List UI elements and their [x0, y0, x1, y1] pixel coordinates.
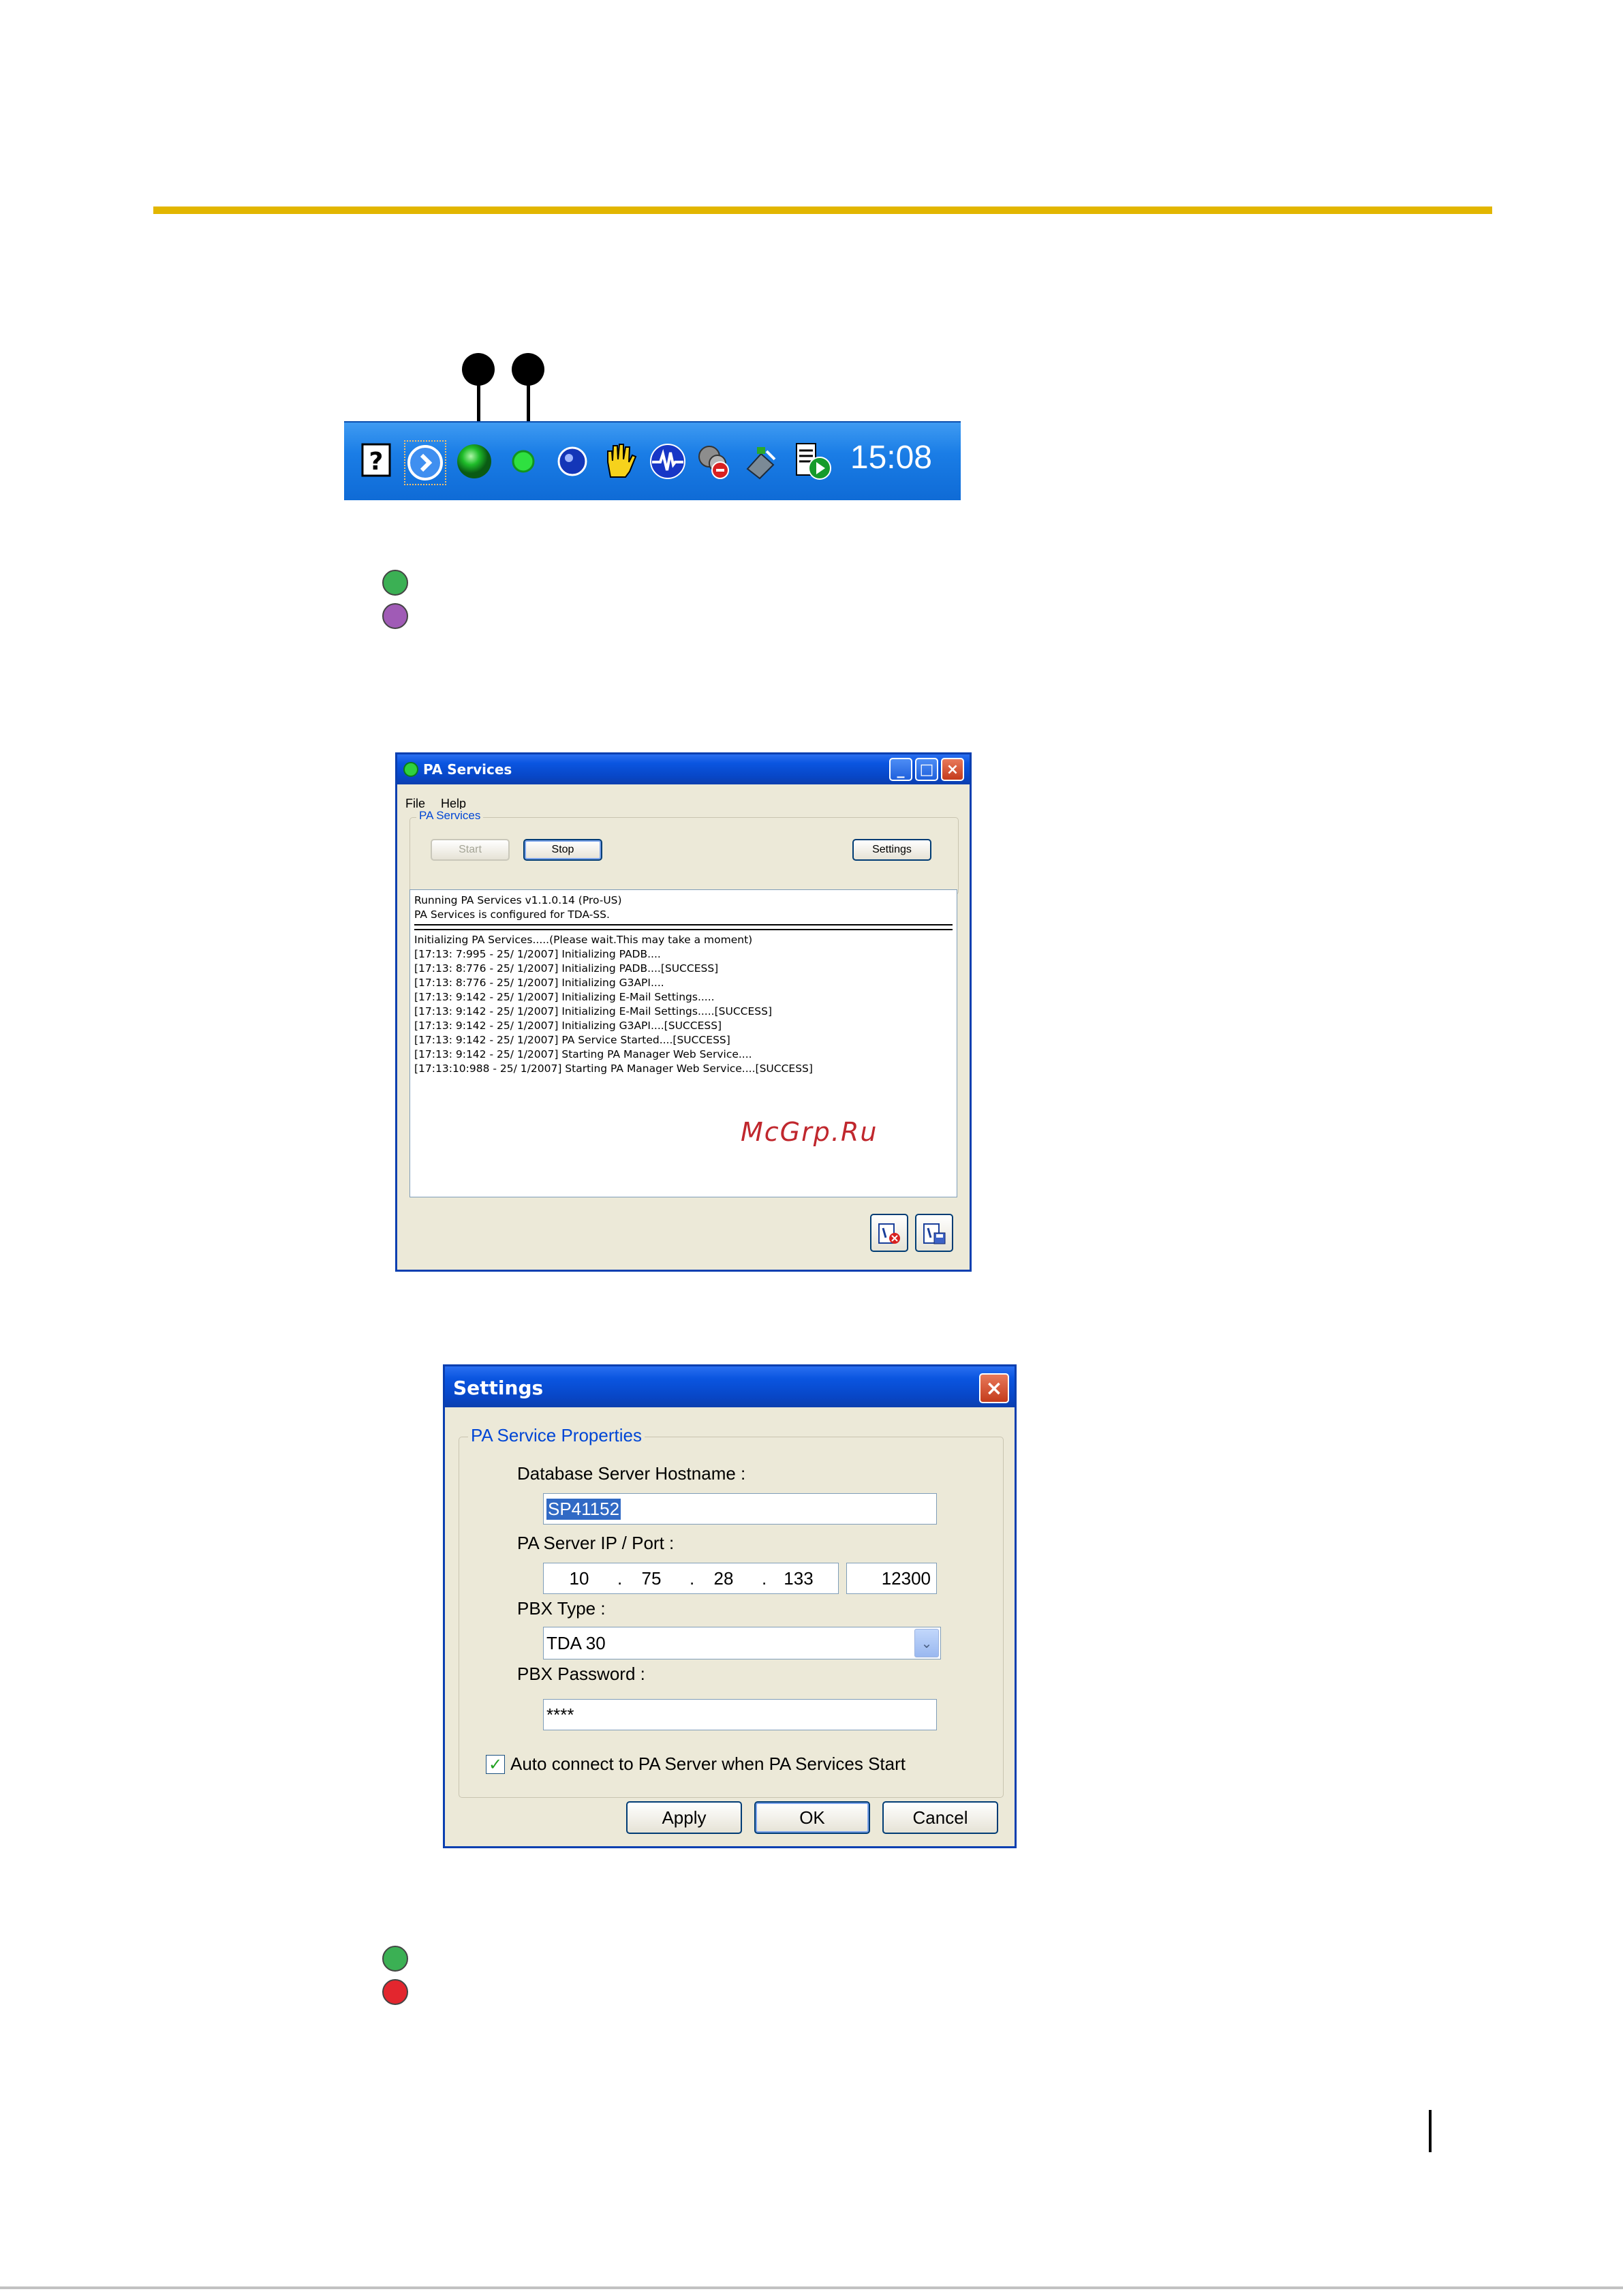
save-log-icon — [923, 1223, 946, 1244]
svg-text:?: ? — [369, 448, 384, 476]
log-separator — [414, 924, 953, 930]
legend-green-dot — [382, 570, 408, 596]
group-label: PA Service Properties — [468, 1425, 645, 1446]
db-host-value: SP41152 — [546, 1498, 621, 1520]
system-tray: ? 15:08 — [344, 421, 961, 500]
ip-octet-3: 28 — [713, 1567, 734, 1589]
pbx-type-value: TDA 30 — [546, 1632, 606, 1653]
log-line: Initializing PA Services.....(Please wai… — [414, 934, 753, 946]
start-button[interactable]: Start — [431, 839, 510, 861]
legend-purple-dot — [382, 603, 408, 629]
log-line: [17:13: 9:142 - 25/ 1/2007] Starting PA … — [414, 1048, 752, 1060]
stop-button[interactable]: Stop — [523, 839, 602, 861]
watermark: McGrp.Ru — [741, 1117, 878, 1147]
pbx-password-label: PBX Password : — [517, 1664, 645, 1684]
clear-log-icon — [878, 1223, 900, 1244]
clear-log-button[interactable] — [870, 1214, 908, 1252]
header-rule — [153, 206, 1492, 214]
scan-edge — [0, 2286, 1623, 2289]
hand-icon[interactable] — [600, 440, 640, 483]
pbx-type-select[interactable]: TDA 30 ⌄ — [543, 1627, 941, 1659]
dropdown-button[interactable]: ⌄ — [914, 1629, 939, 1657]
group-label: PA Services — [416, 809, 484, 823]
green-dot-icon[interactable] — [504, 440, 543, 483]
log-header-line: Running PA Services v1.1.0.14 (Pro-US) — [414, 894, 622, 906]
close-button[interactable]: × — [979, 1373, 1009, 1403]
auto-connect-checkbox[interactable]: ✓ — [486, 1755, 505, 1774]
legend-green-dot — [382, 1946, 408, 1972]
ip-address-input[interactable]: 10 . 75 . 28 . 133 — [543, 1563, 839, 1594]
title-bar[interactable]: PA Services _ □ × — [397, 754, 970, 784]
log-line: [17:13:10:988 - 25/ 1/2007] Starting PA … — [414, 1062, 813, 1075]
clock-time: 15:08 — [850, 440, 932, 476]
help-icon[interactable]: ? — [358, 440, 397, 483]
port-value: 12300 — [881, 1567, 931, 1589]
save-log-button[interactable] — [915, 1214, 953, 1252]
arrow-right-icon[interactable] — [404, 440, 446, 485]
usb-icon[interactable] — [742, 440, 782, 483]
log-output[interactable]: Running PA Services v1.1.0.14 (Pro-US) P… — [409, 889, 957, 1197]
minimize-icon: _ — [897, 761, 905, 778]
log-line: [17:13: 8:776 - 25/ 1/2007] Initializing… — [414, 977, 664, 989]
ip-separator: . — [762, 1567, 767, 1589]
pbx-password-input[interactable]: **** — [543, 1699, 937, 1730]
ok-button[interactable]: OK — [754, 1801, 870, 1834]
ip-octet-2: 75 — [641, 1567, 662, 1589]
db-host-input[interactable]: SP41152 — [543, 1493, 937, 1525]
ip-octet-4: 133 — [784, 1567, 814, 1589]
callout-1-marker — [462, 353, 495, 386]
db-host-label: Database Server Hostname : — [517, 1463, 746, 1484]
callout-2-marker — [512, 353, 544, 386]
blue-orb-icon[interactable] — [553, 440, 592, 483]
log-line: [17:13: 9:142 - 25/ 1/2007] Initializing… — [414, 1005, 772, 1017]
log-line: [17:13: 9:142 - 25/ 1/2007] PA Service S… — [414, 1034, 730, 1046]
network-icon[interactable] — [694, 440, 734, 483]
waveform-icon[interactable] — [648, 440, 687, 483]
ip-separator: . — [690, 1567, 695, 1589]
ip-separator: . — [617, 1567, 623, 1589]
dialog-title: Settings — [453, 1377, 544, 1399]
green-dot-icon — [403, 762, 418, 777]
close-icon: × — [946, 761, 959, 778]
maximize-icon: □ — [919, 761, 934, 778]
legend-red-dot — [382, 1979, 408, 2005]
checkmark-icon: ✓ — [488, 1755, 503, 1774]
log-line: [17:13: 9:142 - 25/ 1/2007] Initializing… — [414, 991, 715, 1003]
log-line: [17:13: 7:995 - 25/ 1/2007] Initializing… — [414, 948, 661, 960]
minimize-button[interactable]: _ — [889, 758, 912, 781]
close-icon: × — [985, 1376, 1003, 1400]
chevron-down-icon: ⌄ — [921, 1636, 933, 1651]
ip-octet-1: 10 — [569, 1567, 589, 1589]
apply-button[interactable]: Apply — [626, 1801, 742, 1834]
title-bar[interactable]: Settings × — [445, 1366, 1015, 1407]
log-line: [17:13: 8:776 - 25/ 1/2007] Initializing… — [414, 962, 719, 975]
auto-connect-label: Auto connect to PA Server when PA Servic… — [510, 1754, 906, 1774]
green-globe-icon[interactable] — [454, 440, 494, 483]
log-line: [17:13: 9:142 - 25/ 1/2007] Initializing… — [414, 1020, 722, 1032]
window-title: PA Services — [423, 761, 512, 778]
settings-button[interactable]: Settings — [852, 839, 931, 861]
pa-services-window: PA Services _ □ × File Help PA Services … — [395, 752, 972, 1272]
page-number-rule — [1429, 2110, 1432, 2152]
pa-server-label: PA Server IP / Port : — [517, 1533, 675, 1553]
settings-dialog: Settings × PA Service Properties Databas… — [443, 1364, 1017, 1848]
close-button[interactable]: × — [941, 758, 964, 781]
media-player-icon[interactable] — [794, 440, 833, 483]
pbx-password-value: **** — [546, 1704, 574, 1725]
port-input[interactable]: 12300 — [846, 1563, 937, 1594]
log-header-line: PA Services is configured for TDA-SS. — [414, 908, 610, 921]
cancel-button[interactable]: Cancel — [882, 1801, 998, 1834]
pbx-type-label: PBX Type : — [517, 1598, 606, 1619]
maximize-button[interactable]: □ — [915, 758, 938, 781]
